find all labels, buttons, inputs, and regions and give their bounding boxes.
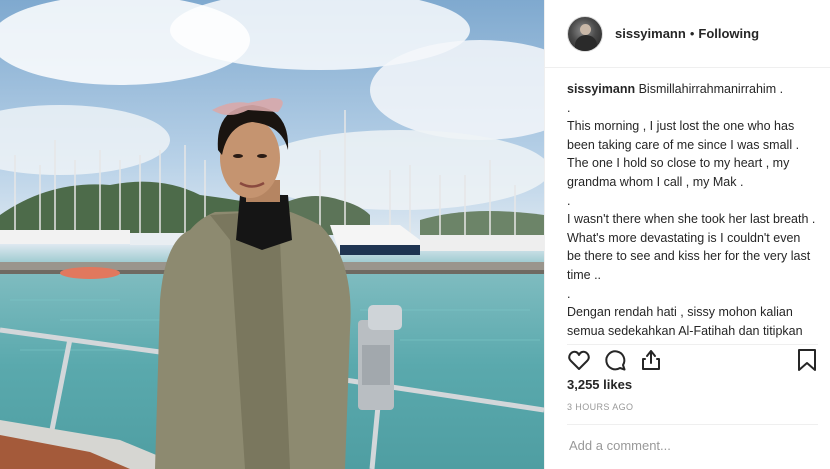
- post-photo[interactable]: [0, 0, 544, 469]
- caption-line: .: [567, 193, 571, 208]
- bookmark-icon[interactable]: [796, 348, 818, 377]
- caption-line: .: [567, 286, 571, 301]
- caption-username[interactable]: sissyimann: [567, 82, 635, 96]
- share-icon[interactable]: [639, 348, 663, 377]
- avatar[interactable]: [567, 15, 603, 52]
- add-comment-input[interactable]: [567, 436, 818, 454]
- following-button[interactable]: Following: [698, 26, 759, 41]
- heart-icon[interactable]: [567, 348, 591, 377]
- caption-line: .: [567, 100, 571, 115]
- caption-line: This morning , I just lost the one who h…: [567, 119, 800, 189]
- caption-line: Dengan rendah hati , sissy mohon kalian …: [567, 305, 803, 338]
- comment-form: [567, 424, 818, 465]
- instagram-post: sissyimann • Following sissyimann Bismil…: [0, 0, 830, 469]
- photo-illustration: [0, 0, 544, 469]
- caption-line: I wasn't there when she took her last br…: [567, 212, 816, 282]
- header-username[interactable]: sissyimann: [615, 26, 686, 41]
- post-header: sissyimann • Following: [545, 0, 830, 68]
- post-caption: sissyimann Bismillahirrahmanirrahim . . …: [567, 80, 817, 342]
- like-count[interactable]: 3,255 likes: [567, 377, 632, 392]
- post-sidebar: sissyimann • Following sissyimann Bismil…: [544, 0, 830, 469]
- comment-icon[interactable]: [603, 348, 627, 377]
- action-bar: [567, 344, 818, 373]
- separator-dot: •: [689, 26, 695, 41]
- caption-first-line: Bismillahirrahmanirrahim .: [638, 82, 784, 96]
- post-timestamp[interactable]: 3 HOURS AGO: [567, 402, 633, 412]
